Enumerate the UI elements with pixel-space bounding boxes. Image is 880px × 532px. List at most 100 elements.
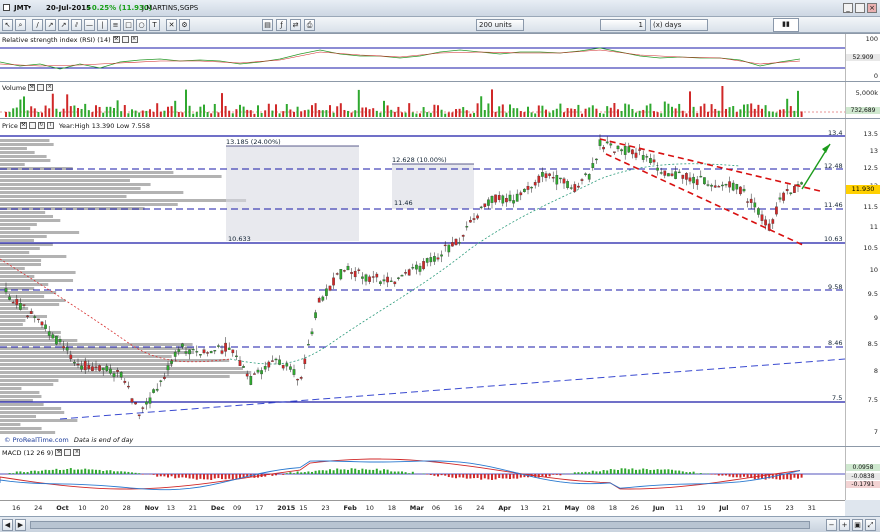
candle (670, 173, 674, 176)
volume-bar (689, 91, 691, 117)
candle (497, 194, 501, 200)
candle (134, 402, 137, 405)
text-tool-icon[interactable]: T (149, 19, 160, 31)
close-icon[interactable]: × (867, 3, 877, 13)
volume-bar (300, 111, 303, 117)
close-pane-icon[interactable]: × (130, 36, 138, 43)
line-tool-icon[interactable]: / (32, 19, 43, 31)
horizontal-line-icon[interactable]: — (84, 19, 95, 31)
info-icon[interactable]: i (46, 122, 54, 129)
macd-histogram-bar (620, 468, 623, 474)
properties-icon[interactable]: ⚒ (112, 36, 120, 43)
macd-histogram-bar (483, 474, 486, 479)
macd-histogram-bar (516, 474, 519, 479)
expand-icon[interactable]: ⤢ (865, 519, 876, 531)
macd-histogram-bar (458, 474, 461, 478)
volume-bar (750, 103, 753, 117)
close-pane-icon[interactable]: × (46, 84, 54, 91)
macd-histogram-bar (732, 474, 735, 478)
macd-histogram-bar (501, 474, 504, 479)
brand-label[interactable]: © ProRealTime.com (4, 436, 69, 444)
volume-bar (609, 107, 612, 117)
macd-histogram-bar (602, 470, 605, 474)
indicator-icon[interactable]: ƒ (276, 19, 287, 31)
macd-histogram-bar (584, 471, 587, 474)
candle (645, 156, 649, 158)
candle (325, 288, 328, 296)
candle (188, 349, 191, 355)
level-label-1063: 10.63 (824, 235, 843, 243)
rsi-value: 52.909 (846, 54, 880, 61)
cursor-icon[interactable]: ↖ (2, 19, 13, 31)
window-icon[interactable] (37, 84, 45, 91)
volume-bar (681, 110, 684, 117)
time-axis-label: 23 (321, 504, 330, 512)
refresh-icon[interactable]: ↻ (37, 122, 45, 129)
macd-histogram-bar (84, 468, 87, 474)
zoom-in-icon[interactable]: + (839, 519, 850, 531)
zoom-icon[interactable]: ⌕ (15, 19, 26, 31)
arrow-tool-icon[interactable]: ↗ (58, 19, 69, 31)
macd-histogram-bar (134, 472, 137, 474)
chart-icon[interactable] (3, 4, 10, 11)
rectangle-tool-icon[interactable]: □ (123, 19, 134, 31)
channel-lower (605, 153, 806, 247)
period-unit-select[interactable]: (x) days (650, 19, 708, 31)
timeline-scrollbar[interactable] (30, 521, 810, 529)
window-icon[interactable] (64, 449, 72, 456)
chart-type-button[interactable]: ▮▮ (773, 18, 799, 32)
time-axis-label: Oct (56, 504, 69, 512)
properties-icon[interactable]: ⚒ (19, 122, 27, 129)
macd-histogram-bar (552, 474, 555, 475)
properties-icon[interactable]: ⚒ (28, 84, 36, 91)
vertical-line-icon[interactable]: | (97, 19, 108, 31)
volume-profile-bar (0, 379, 59, 382)
candle (595, 158, 598, 161)
compare-icon[interactable]: ⇄ (290, 19, 301, 31)
time-axis-label: 17 (255, 504, 264, 512)
delete-icon[interactable]: ✕ (166, 19, 177, 31)
candle (235, 355, 238, 358)
volume-bar (113, 108, 115, 117)
candle (587, 174, 591, 180)
volume-bar (487, 103, 490, 117)
window-icon[interactable] (28, 122, 36, 129)
scroll-left-icon[interactable]: ◀ (2, 519, 13, 531)
ray-tool-icon[interactable]: ↗ (45, 19, 56, 31)
chart-style-icon[interactable]: ▤ (262, 19, 273, 31)
volume-bar (584, 108, 587, 117)
fit-icon[interactable]: ▣ (852, 519, 863, 531)
volume-bar (480, 96, 483, 117)
close-pane-icon[interactable]: × (73, 449, 81, 456)
volume-bar (570, 108, 573, 117)
candle (764, 219, 767, 226)
print-icon[interactable]: ⎙ (304, 19, 315, 31)
volume-bar (393, 111, 396, 117)
candle (634, 152, 638, 158)
dropdown-icon[interactable]: ▾ (28, 4, 31, 11)
zoom-out-icon[interactable]: − (826, 519, 837, 531)
candle (69, 354, 73, 360)
candle (4, 288, 8, 293)
settings-icon[interactable]: ⚙ (179, 19, 190, 31)
window-icon[interactable] (121, 36, 129, 43)
time-axis-label: 21 (188, 504, 198, 512)
volume-bar (379, 112, 382, 117)
volume-bar (523, 112, 526, 117)
volume-bar (447, 112, 450, 117)
volume-bar (404, 112, 407, 117)
scroll-right-icon[interactable]: ▶ (15, 519, 26, 531)
channel-upper (599, 138, 821, 192)
period-input[interactable]: 1 (600, 19, 646, 31)
units-select[interactable]: 200 units (476, 19, 524, 31)
candle (314, 312, 317, 319)
volume-bar (699, 106, 702, 117)
fib-label-10633: 10.633 (228, 235, 251, 243)
properties-icon[interactable]: ⚒ (55, 449, 63, 456)
fibonacci-icon[interactable]: ≡ (110, 19, 121, 31)
channel-tool-icon[interactable]: ⫽ (71, 19, 82, 31)
minimize-icon[interactable]: _ (843, 3, 853, 13)
maximize-icon[interactable] (855, 3, 865, 13)
symbol-label[interactable]: JMT (14, 4, 28, 12)
ellipse-tool-icon[interactable]: ○ (136, 19, 147, 31)
